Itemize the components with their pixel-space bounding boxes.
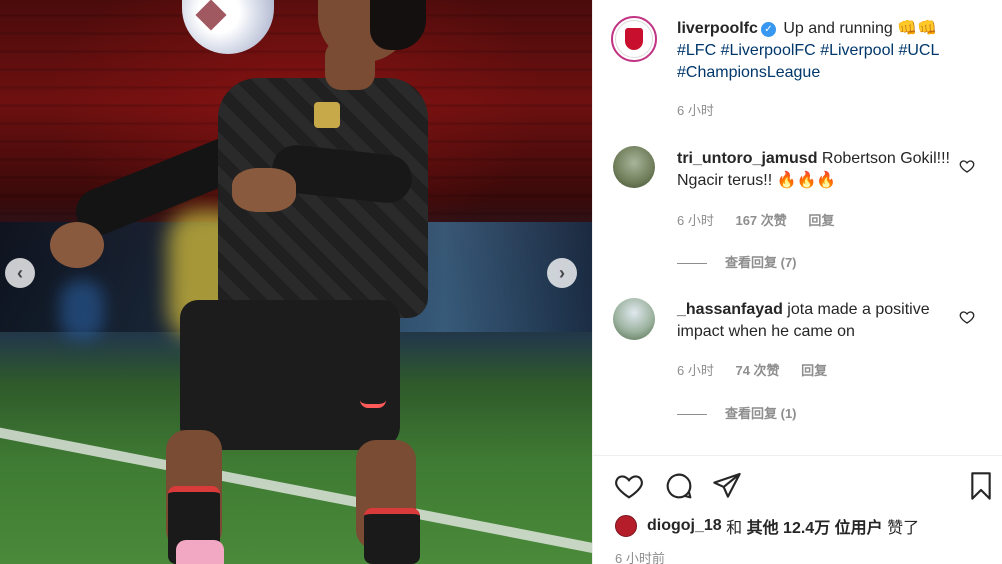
comment-meta: 6 小时 167 次赞 回复 [677,210,852,229]
player-shorts [180,300,400,450]
share-button[interactable] [711,470,743,502]
heart-icon [959,311,975,324]
comment-button[interactable] [663,470,695,502]
post-detail-panel: liverpoolfc ✓ Up and running 👊👊 #LFC #Liv… [592,0,1002,564]
hashtag-link[interactable]: #UCL [898,42,939,59]
hashtag-link[interactable]: #ChampionsLeague [677,64,820,81]
comment-text: _hassanfayad jota made a positive impact… [677,299,957,343]
lfc-logo [615,20,653,58]
commenter-avatar[interactable] [613,298,655,340]
owner-avatar[interactable] [611,16,657,62]
likes-suffix: 赞了 [887,520,920,537]
view-replies-label: 查看回复 (1) [725,406,797,421]
view-replies-button[interactable]: 查看回复 (7) [677,252,797,271]
chevron-left-icon: ‹ [17,262,23,283]
comment-timestamp[interactable]: 6 小时 [677,363,714,378]
commenter-username-link[interactable]: tri_untoro_jamusd [677,150,817,167]
hashtag-link[interactable]: #LiverpoolFC [721,42,816,59]
replies-divider [677,263,707,265]
heart-icon [959,160,975,173]
post-photo[interactable]: ‹ › [0,0,592,564]
chevron-right-icon: › [559,262,565,283]
like-button[interactable] [613,470,645,502]
post-caption: liverpoolfc ✓ Up and running 👊👊 #LFC #Liv… [677,18,977,84]
caption-timestamp[interactable]: 6 小时 [677,100,714,119]
carousel-prev-button[interactable]: ‹ [5,258,35,288]
comment-likes-count[interactable]: 74 次赞 [735,363,779,378]
verified-badge-icon: ✓ [760,22,776,37]
comment-like-button[interactable] [959,158,975,174]
comment-reply-button[interactable]: 回复 [808,213,834,228]
comment-text: tri_untoro_jamusd Robertson Gokil!!! Nga… [677,148,957,192]
background-figure [60,280,104,340]
comment-like-button[interactable] [959,309,975,325]
save-button[interactable] [965,470,997,502]
view-replies-label: 查看回复 (7) [725,255,797,270]
heart-icon [615,475,643,499]
player-right-hand [232,168,296,212]
hashtag-link[interactable]: #Liverpool [820,42,894,59]
hashtag-link[interactable]: #LFC [677,42,716,59]
other-likers-link[interactable]: 其他 12.4万 位用户 [747,514,883,538]
player-right-sock [364,508,420,564]
comment-icon [666,473,692,499]
paper-plane-icon [713,472,741,498]
comment-timestamp[interactable]: 6 小时 [677,213,714,228]
post-action-bar: diogoj_18 和 其他 12.4万 位用户 赞了 6 小时前 [593,455,1002,564]
likes-and: 和 [726,520,743,537]
post-timestamp[interactable]: 6 小时前 [615,548,665,564]
comment-meta: 6 小时 74 次赞 回复 [677,360,845,379]
bookmark-icon [971,472,991,500]
liker-avatar[interactable] [615,515,637,537]
comment-reply-button[interactable]: 回复 [801,363,827,378]
liker-username-link[interactable]: diogoj_18 [647,517,722,535]
player-boot [176,540,224,564]
instagram-post-view: ‹ › liverpoolfc ✓ Up and running 👊👊 #LFC … [0,0,1002,564]
shorts-swoosh [360,400,386,408]
carousel-next-button[interactable]: › [547,258,577,288]
fist-emoji: 👊👊 [897,20,938,37]
caption-text: Up and running [783,20,893,37]
comment-likes-count[interactable]: 167 次赞 [735,213,786,228]
jersey-crest [314,102,340,128]
commenter-avatar[interactable] [613,146,655,188]
view-replies-button[interactable]: 查看回复 (1) [677,403,797,422]
commenter-username-link[interactable]: _hassanfayad [677,301,783,318]
replies-divider [677,414,707,416]
player-left-hand [50,222,104,268]
owner-username-link[interactable]: liverpoolfc [677,20,758,37]
likes-summary: diogoj_18 和 其他 12.4万 位用户 赞了 [615,514,919,538]
